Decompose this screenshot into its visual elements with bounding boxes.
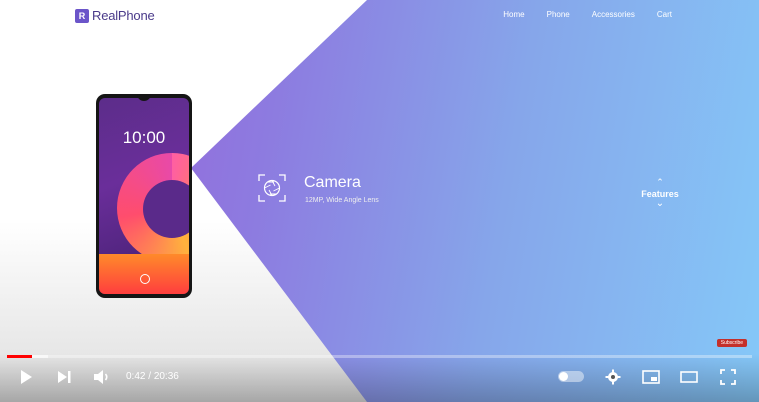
duration: 20:36 [153, 371, 179, 382]
theater-icon [680, 371, 698, 383]
theater-mode-button[interactable] [679, 367, 699, 387]
miniplayer-button[interactable] [641, 367, 661, 387]
timecode: 0:42 / 20:36 [126, 371, 179, 382]
brand-name: RealPhone [92, 8, 155, 23]
fullscreen-icon [720, 369, 736, 385]
autoplay-knob [559, 372, 568, 381]
volume-icon [94, 370, 108, 384]
chevron-up-icon[interactable]: ⌃ [632, 177, 688, 187]
progress-bar[interactable] [7, 355, 752, 358]
nav-cart[interactable]: Cart [657, 10, 672, 19]
phone-time: 10:00 [122, 128, 166, 147]
aperture-icon [258, 174, 286, 202]
settings-button[interactable] [603, 367, 623, 387]
miniplayer-icon [642, 370, 660, 384]
play-button[interactable] [16, 367, 36, 387]
time-separator: / [145, 371, 154, 382]
nav-home[interactable]: Home [503, 10, 524, 19]
brand-logo[interactable]: R RealPhone [75, 8, 155, 23]
current-time: 0:42 [126, 371, 146, 382]
nav-phone[interactable]: Phone [547, 10, 570, 19]
subscribe-watermark[interactable]: Subscribe [716, 339, 747, 347]
feature-title: Camera [304, 174, 361, 191]
autoplay-toggle[interactable] [558, 371, 584, 382]
volume-button[interactable] [92, 367, 112, 387]
chevron-down-icon[interactable]: ⌄ [632, 199, 688, 209]
progress-played [7, 355, 33, 358]
camera-shortcut-icon [140, 274, 150, 284]
top-nav: Home Phone Accessories Cart [503, 10, 672, 19]
video-player[interactable]: R RealPhone Home Phone Accessories Cart … [0, 0, 759, 402]
gear-icon [605, 369, 621, 385]
fullscreen-button[interactable] [718, 367, 738, 387]
next-button[interactable] [54, 367, 74, 387]
phone-screen: 10:00 [99, 98, 189, 294]
features-nav[interactable]: ⌃ Features ⌄ [632, 177, 688, 209]
next-icon [58, 371, 71, 383]
brand-mark-icon: R [75, 8, 89, 23]
play-icon [21, 370, 32, 384]
feature-subtitle: 12MP, Wide Angle Lens [305, 197, 379, 204]
phone-image: 10:00 [96, 94, 192, 298]
nav-accessories[interactable]: Accessories [592, 10, 635, 19]
